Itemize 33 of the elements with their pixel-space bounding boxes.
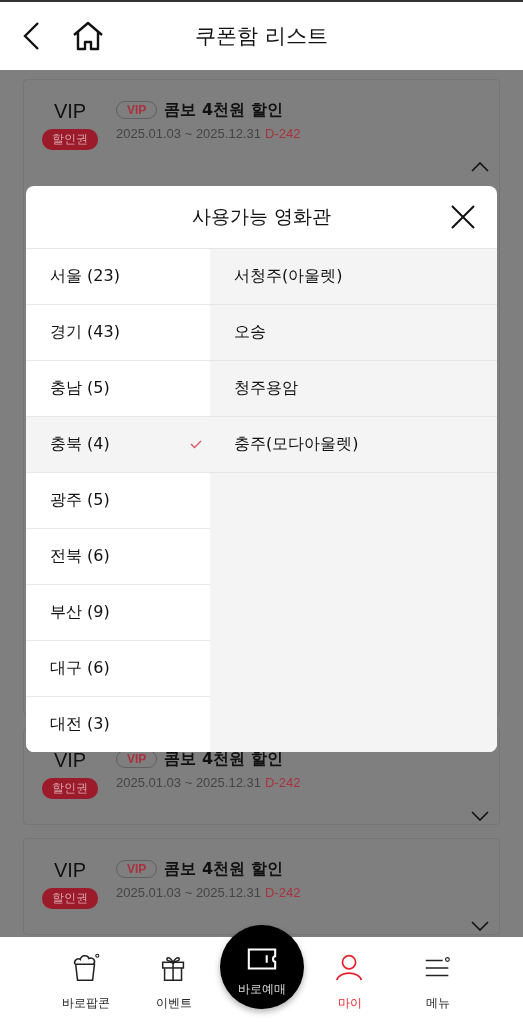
theater-item[interactable]: 서청주(아울렛) xyxy=(234,266,343,287)
coupon-type-badge: 할인권 xyxy=(42,888,98,909)
expand-chevron-icon[interactable] xyxy=(471,921,489,931)
days-left: D-242 xyxy=(264,126,301,141)
coupon-card[interactable]: VIP 할인권 VIP 콤보 4천원 할인 2025.01.03 ~ 2025.12.31 D-242 xyxy=(23,838,500,935)
validity-period: 2025.01.03 ~ 2025.12.31 xyxy=(116,126,261,141)
coupon-title: 콤보 4천원 할인 xyxy=(164,858,283,880)
validity-period: 2025.01.03 ~ 2025.12.31 xyxy=(116,775,261,790)
page-title: 쿠폰함 리스트 xyxy=(194,23,329,50)
days-left: D-242 xyxy=(264,885,301,900)
coupon-title: 콤보 4천원 할인 xyxy=(164,99,283,121)
region-item[interactable]: 충북 (4) xyxy=(26,417,210,473)
back-icon[interactable] xyxy=(22,21,40,51)
coupon-type-badge: 할인권 xyxy=(42,129,98,150)
home-icon[interactable] xyxy=(72,21,104,51)
theater-item[interactable]: 청주용암 xyxy=(234,378,298,399)
nav-tab[interactable]: 메뉴 xyxy=(393,937,482,1024)
expand-chevron-icon[interactable] xyxy=(471,811,489,821)
grade-label: VIP xyxy=(53,99,87,124)
days-left: D-242 xyxy=(264,775,301,790)
coupon-type-badge: 할인권 xyxy=(42,778,98,799)
validity-period: 2025.01.03 ~ 2025.12.31 xyxy=(116,885,261,900)
nav-tab[interactable]: 이벤트 xyxy=(129,937,218,1024)
theater-item[interactable]: 충주(모다아울렛) xyxy=(234,434,359,455)
close-icon[interactable] xyxy=(451,205,475,229)
nav-tab[interactable]: 마이 xyxy=(305,937,394,1024)
collapse-chevron-icon[interactable] xyxy=(471,162,489,172)
grade-label: VIP xyxy=(53,858,87,883)
check-icon xyxy=(190,440,202,449)
theater-item[interactable]: 오송 xyxy=(234,322,266,343)
nav-tab[interactable]: 바로팝콘 xyxy=(41,937,130,1024)
dialog-title: 사용가능 영화관 xyxy=(191,204,331,229)
booking-button[interactable]: 바로예매 xyxy=(219,925,304,1009)
